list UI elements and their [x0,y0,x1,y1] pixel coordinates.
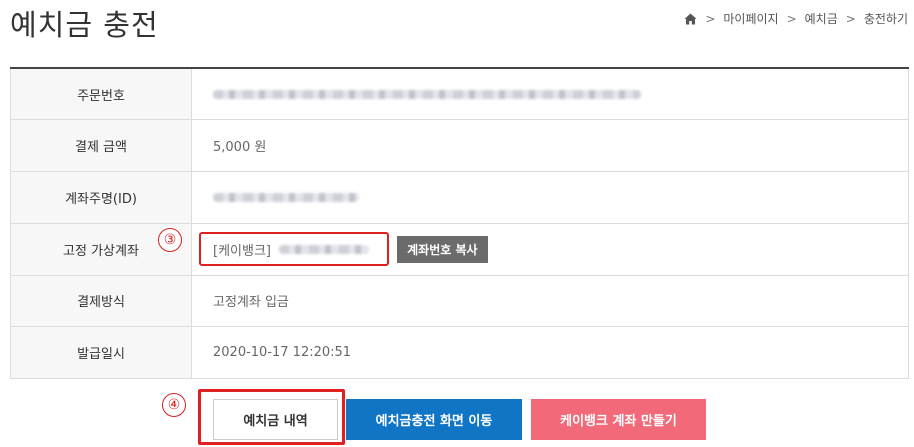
table-row: 주문번호 [10,68,909,121]
bank-name: [케이뱅크] [213,243,271,259]
breadcrumb-charge: 충전하기 [863,12,908,26]
virtual-account-value: [케이뱅크] 계좌번호 복사 [191,223,909,276]
order-number-value [191,68,909,121]
payment-method-value: 고정계좌 입금 [191,275,909,328]
blurred-order-number [213,89,641,99]
table-row: 발급일시 2020-10-17 12:20:51 [10,326,909,379]
annotation-marker-3: ③ [158,228,182,252]
breadcrumb-separator: > [845,11,856,26]
home-icon[interactable] [684,13,697,25]
depositor-label: 계좌주명(ID) [10,171,192,224]
issued-at-label: 발급일시 [10,326,192,379]
payment-method-label: 결제방식 [10,275,192,328]
breadcrumb-mypage[interactable]: 마이페이지 [723,10,778,27]
blurred-depositor [213,192,359,202]
breadcrumb: > 마이페이지 > 예치금 > 충전하기 [684,10,908,27]
breadcrumb-separator: > [705,11,716,26]
table-row: 결제방식 고정계좌 입금 [10,275,909,328]
virtual-account-highlight: [케이뱅크] [199,232,389,267]
action-buttons: 예치금 내역 예치금충전 화면 이동 케이뱅크 계좌 만들기 [0,399,914,441]
table-row: 결제 금액 5,000 원 [10,119,909,172]
blurred-account-number [278,244,369,254]
amount-value: 5,000 원 [191,119,909,172]
page-title: 예치금 충전 [10,8,159,42]
breadcrumb-deposit[interactable]: 예치금 [805,10,838,27]
table-row: 계좌주명(ID) [10,171,909,224]
copy-account-button[interactable]: 계좌번호 복사 [397,235,488,263]
deposit-history-button[interactable]: 예치금 내역 [213,399,338,440]
breadcrumb-separator: > [786,11,797,26]
issued-at-value: 2020-10-17 12:20:51 [191,326,909,379]
table-row: 고정 가상계좌 [케이뱅크] 계좌번호 복사 [10,223,909,276]
go-to-charge-button[interactable]: 예치금충전 화면 이동 [346,399,522,440]
amount-label: 결제 금액 [10,119,192,172]
order-number-label: 주문번호 [10,68,192,121]
create-kbank-account-button[interactable]: 케이뱅크 계좌 만들기 [531,399,706,440]
depositor-value [191,171,909,224]
charge-info-table: 주문번호 결제 금액 5,000 원 계좌주명(ID) 고정 가상계좌 [케이뱅… [10,67,909,379]
